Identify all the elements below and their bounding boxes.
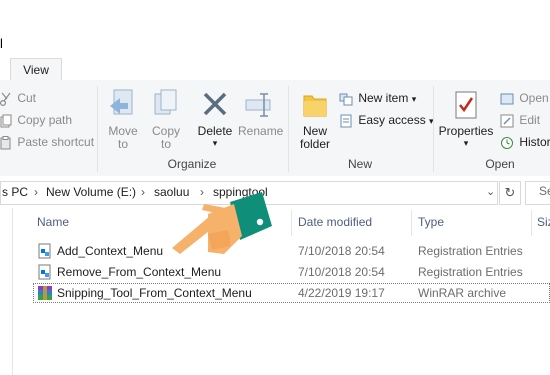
move-to-button[interactable]: Move to bbox=[104, 88, 142, 152]
file-name: Snipping_Tool_From_Context_Menu bbox=[57, 286, 252, 300]
navigation-pane[interactable] bbox=[0, 208, 13, 375]
delete-dropdown-icon[interactable]: ▾ bbox=[194, 137, 236, 150]
file-date: 7/10/2018 20:54 bbox=[298, 244, 385, 258]
edit-button[interactable]: Edit bbox=[500, 110, 540, 130]
open-icon bbox=[500, 93, 514, 105]
file-type: Registration Entries bbox=[418, 265, 523, 279]
scissors-icon bbox=[0, 92, 11, 106]
registry-file-icon bbox=[38, 243, 51, 259]
easy-access-icon bbox=[340, 114, 352, 128]
file-type: WinRAR archive bbox=[418, 286, 507, 300]
pointing-hand-icon bbox=[172, 192, 272, 254]
open-group-label: Open bbox=[485, 157, 515, 171]
search-placeholder: Se bbox=[539, 184, 550, 198]
open-label: Open bbox=[519, 91, 549, 105]
delete-x-icon bbox=[203, 92, 227, 116]
column-header-date-modified[interactable]: Date modified bbox=[298, 214, 372, 230]
folder-icon bbox=[303, 95, 327, 117]
new-folder-label-2: folder bbox=[299, 137, 331, 151]
copy-to-button[interactable]: Copy to bbox=[146, 88, 186, 152]
breadcrumb-this-pc[interactable]: s PC bbox=[2, 184, 28, 200]
history-label: History bbox=[519, 135, 550, 149]
history-button[interactable]: History bbox=[500, 132, 550, 152]
cut-label: Cut bbox=[17, 91, 37, 105]
edit-icon bbox=[500, 114, 514, 128]
window-title-fragment: l bbox=[0, 36, 3, 51]
column-divider[interactable] bbox=[411, 210, 412, 236]
group-divider bbox=[433, 86, 434, 172]
edit-label: Edit bbox=[519, 113, 541, 127]
file-date: 4/22/2019 19:17 bbox=[298, 286, 385, 300]
tab-view[interactable]: View bbox=[10, 58, 62, 81]
paste-shortcut-icon bbox=[0, 135, 11, 150]
column-divider[interactable] bbox=[291, 210, 292, 236]
group-divider bbox=[288, 86, 289, 172]
refresh-button[interactable]: ↻ bbox=[499, 181, 521, 205]
breadcrumb-chevron-icon[interactable]: › bbox=[141, 184, 145, 200]
easy-access-button[interactable]: Easy access ▾ bbox=[339, 110, 434, 130]
copy-path-label: Copy path bbox=[17, 113, 73, 127]
copy-path-button[interactable]: Copy path bbox=[0, 110, 72, 130]
easy-access-label: Easy access bbox=[358, 113, 426, 127]
file-name: Add_Context_Menu bbox=[57, 244, 164, 258]
breadcrumb-volume[interactable]: New Volume (E:) bbox=[46, 184, 136, 200]
paste-shortcut-button[interactable]: Paste shortcut bbox=[0, 132, 94, 152]
properties-button[interactable]: Properties ▾ bbox=[438, 88, 494, 152]
column-header-name[interactable]: Name bbox=[37, 214, 69, 230]
file-date: 7/10/2018 20:54 bbox=[298, 265, 385, 279]
move-to-sublabel: to bbox=[117, 137, 128, 151]
registry-file-icon bbox=[38, 264, 51, 280]
column-divider[interactable] bbox=[531, 210, 532, 236]
ribbon-tab-strip bbox=[0, 56, 550, 81]
address-dropdown-chevron-icon[interactable]: ⌄ bbox=[486, 184, 495, 200]
new-folder-button[interactable]: New folder bbox=[295, 88, 335, 152]
history-clock-icon bbox=[501, 136, 513, 149]
refresh-icon: ↻ bbox=[504, 185, 516, 200]
new-item-button[interactable]: New item ▾ bbox=[339, 88, 416, 108]
new-item-icon bbox=[339, 93, 353, 106]
file-row[interactable]: Add_Context_Menu 7/10/2018 20:54 Registr… bbox=[33, 241, 550, 261]
file-type: Registration Entries bbox=[418, 244, 523, 258]
title-bar bbox=[0, 0, 550, 56]
copy-to-sublabel: to bbox=[160, 137, 171, 151]
properties-icon bbox=[455, 91, 477, 119]
winrar-archive-icon bbox=[38, 286, 52, 300]
open-button[interactable]: Open bbox=[500, 88, 549, 108]
file-row-selected[interactable]: Snipping_Tool_From_Context_Menu 4/22/201… bbox=[33, 283, 550, 303]
chevron-down-icon: ▾ bbox=[411, 94, 417, 104]
paste-shortcut-label: Paste shortcut bbox=[17, 135, 95, 149]
properties-dropdown-icon[interactable]: ▾ bbox=[438, 137, 494, 150]
rename-label: Rename bbox=[238, 124, 284, 138]
new-group-label: New bbox=[347, 157, 372, 171]
new-item-label: New item bbox=[358, 91, 409, 105]
column-header-size[interactable]: Siz bbox=[537, 214, 550, 230]
delete-button[interactable]: Delete ▾ bbox=[194, 88, 236, 152]
breadcrumb-chevron-icon[interactable]: › bbox=[34, 184, 38, 200]
cut-button[interactable]: Cut bbox=[0, 88, 36, 108]
copy-path-icon bbox=[0, 114, 12, 128]
copy-to-icon bbox=[154, 89, 177, 115]
column-header-type[interactable]: Type bbox=[418, 214, 444, 230]
group-divider bbox=[97, 86, 98, 172]
file-row[interactable]: Remove_From_Context_Menu 7/10/2018 20:54… bbox=[33, 262, 550, 282]
rename-button[interactable]: Rename bbox=[238, 88, 284, 152]
organize-group-label: Organize bbox=[167, 157, 217, 171]
search-field[interactable]: Se bbox=[525, 181, 550, 205]
rename-icon bbox=[245, 93, 271, 117]
move-to-icon bbox=[110, 89, 133, 115]
